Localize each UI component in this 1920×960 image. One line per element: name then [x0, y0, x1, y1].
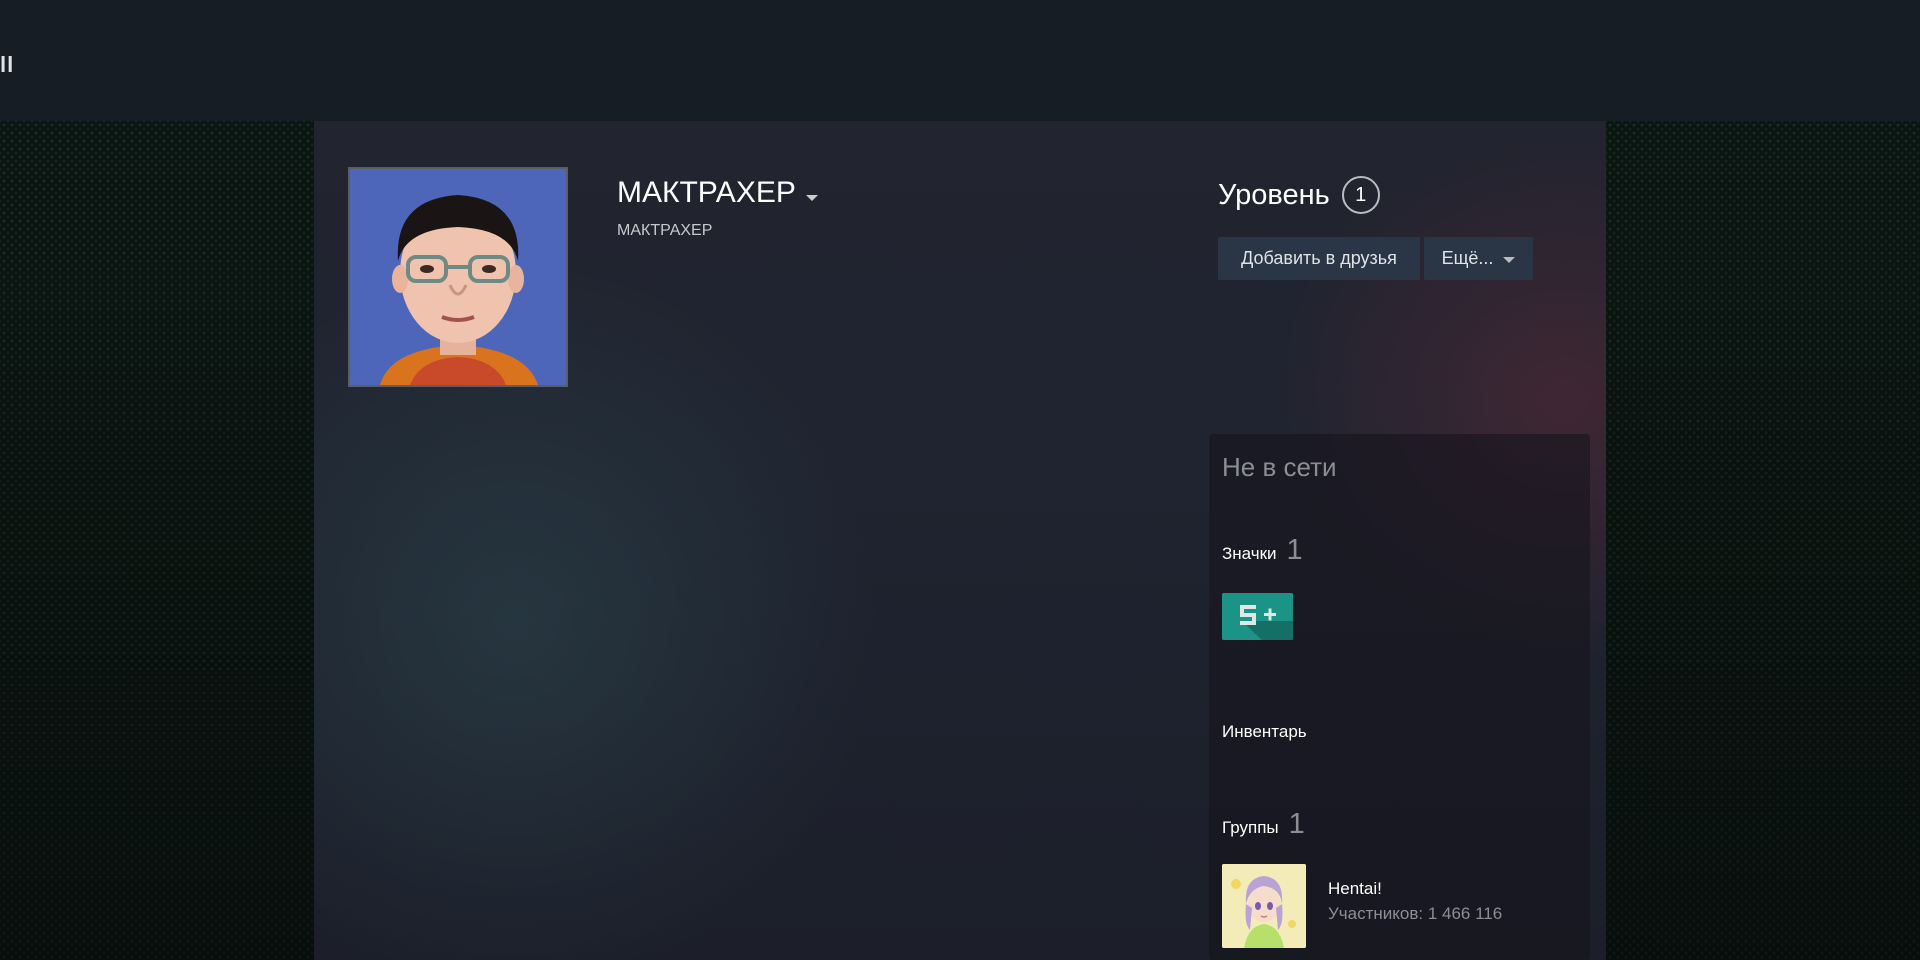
inventory-section-link[interactable]: Инвентарь	[1222, 722, 1307, 742]
add-friend-label: Добавить в друзья	[1241, 248, 1397, 268]
persona-name: МАКТРАХЕР	[617, 176, 796, 209]
chevron-down-icon	[805, 195, 818, 201]
persona-name-dropdown[interactable]: МАКТРАХЕР	[617, 176, 818, 210]
top-navigation-bar: ll	[0, 0, 1920, 121]
anime-character-icon	[1222, 864, 1306, 948]
avatar-photo-icon	[350, 169, 566, 385]
chevron-down-icon	[1503, 256, 1516, 263]
group-name-link[interactable]: Hentai!	[1328, 879, 1382, 899]
groups-section-link[interactable]: Группы 1	[1222, 808, 1305, 841]
inventory-label: Инвентарь	[1222, 722, 1307, 741]
badge-graphic-icon	[1222, 593, 1293, 640]
nav-text-fragment[interactable]: ll	[0, 52, 14, 78]
background-left-pattern	[0, 121, 314, 960]
group-avatar[interactable]	[1222, 864, 1306, 948]
more-actions-button[interactable]: Ещё...	[1424, 237, 1533, 280]
badges-count: 1	[1286, 534, 1303, 566]
add-friend-button[interactable]: Добавить в друзья	[1218, 237, 1420, 280]
groups-count: 1	[1288, 808, 1305, 840]
online-status: Не в сети	[1222, 452, 1337, 482]
profile-level: Уровень 1	[1218, 176, 1380, 214]
badges-label: Значки	[1222, 544, 1277, 563]
badges-section-link[interactable]: Значки 1	[1222, 534, 1303, 567]
groups-label: Группы	[1222, 818, 1279, 837]
group-members-count: Участников: 1 466 116	[1328, 904, 1503, 923]
level-label: Уровень	[1218, 178, 1330, 211]
profile-avatar[interactable]	[348, 167, 568, 387]
level-badge[interactable]: 1	[1341, 176, 1380, 214]
real-name: МАКТРАХЕР	[617, 222, 713, 239]
five-years-badge-icon[interactable]	[1222, 593, 1293, 640]
more-actions-label: Ещё...	[1441, 248, 1494, 268]
background-right-pattern	[1606, 121, 1920, 960]
